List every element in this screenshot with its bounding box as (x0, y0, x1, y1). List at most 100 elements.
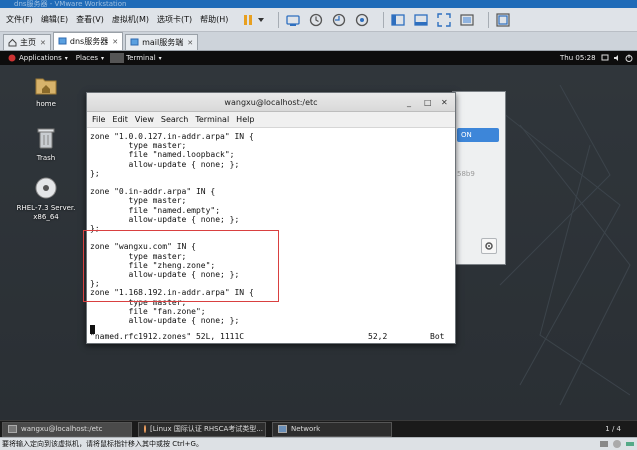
vm-statusbar: 要将输入定向到该虚拟机，请将鼠标指针移入其中或按 Ctrl+G。 (0, 437, 637, 450)
toolbar-divider (488, 11, 490, 28)
faint-text: 58b9 (457, 170, 475, 178)
code-line: allow-update { none; }; (90, 159, 240, 169)
task-terminal[interactable]: wangxu@localhost:/etc (2, 421, 132, 437)
tab-dns-server-label: dns服务器 (69, 37, 109, 46)
home-icon (8, 38, 17, 47)
gnome-top-bar: Applications ▾ Places ▾ Terminal ▾ Thu 0… (0, 51, 637, 65)
close-icon[interactable]: ✕ (187, 39, 193, 47)
task-browser[interactable]: [Linux 国际认证 RHSCA考试类型... (138, 421, 266, 437)
trash-icon (37, 128, 55, 149)
tab-dns-server[interactable]: dns服务器 ✕ (52, 32, 124, 50)
console-view-icon[interactable] (413, 12, 429, 28)
terminal-titlebar[interactable]: wangxu@localhost:/etc _ □ ✕ (87, 93, 455, 112)
task-label: [Linux 国际认证 RHSCA考试类型... (150, 425, 263, 433)
hard-disk-icon[interactable] (599, 439, 609, 449)
terminal-icon (8, 425, 17, 433)
terminal-menu-terminal[interactable]: Terminal (195, 115, 229, 124)
caret-down-icon: ▾ (158, 54, 162, 62)
highlight-annotation-box (83, 230, 279, 302)
task-label: wangxu@localhost:/etc (21, 425, 103, 433)
desktop-icon-disc[interactable]: RHEL-7.3 Server. x86_64 (14, 177, 78, 221)
fullscreen-icon[interactable] (436, 12, 452, 28)
caret-down-icon: ▾ (64, 54, 68, 62)
vm-icon (58, 37, 67, 45)
desktop-icon-trash[interactable]: Trash (14, 127, 78, 162)
revert-snapshot-icon[interactable] (331, 12, 347, 28)
menu-file[interactable]: 文件(F) (6, 14, 33, 25)
terminal-menu-search[interactable]: Search (161, 115, 188, 124)
system-tray[interactable] (601, 51, 633, 65)
places-menu[interactable]: Places ▾ (76, 54, 104, 62)
tab-mail-server[interactable]: mail服务端 ✕ (125, 34, 199, 50)
pause-icon[interactable] (240, 12, 256, 28)
close-icon[interactable]: ✕ (40, 39, 46, 47)
caret-down-icon: ▾ (101, 54, 105, 62)
vm-device-icons[interactable] (599, 439, 635, 449)
maximize-icon[interactable]: □ (424, 93, 432, 112)
terminal-content[interactable]: zone "1.0.0.127.in-addr.arpa" IN { type … (83, 128, 455, 335)
vm-toolbar (240, 11, 518, 28)
code-line: zone "1.0.0.127.in-addr.arpa" IN { (90, 132, 254, 141)
workspace-pager[interactable]: 1 / 4 (605, 421, 621, 438)
snapshot-manager-icon[interactable] (354, 12, 370, 28)
vm-status-text: 要将输入定向到该虚拟机，请将鼠标指针移入其中或按 Ctrl+G。 (2, 440, 203, 448)
code-line: file "fan.zone"; (90, 306, 206, 316)
toolbar-divider (278, 11, 280, 28)
network-adapter-icon[interactable] (625, 439, 635, 449)
gear-icon[interactable] (481, 238, 497, 254)
clock[interactable]: Thu 05:28 (560, 51, 596, 65)
vm-tab-strip: 主页 ✕ dns服务器 ✕ mail服务端 ✕ (0, 32, 637, 51)
code-line: file "named.loopback"; (90, 150, 235, 160)
status-scroll: Bot (430, 332, 445, 341)
desktop-icon-home[interactable]: home (14, 75, 78, 108)
applications-menu[interactable]: Applications ▾ (8, 54, 68, 62)
sidebar-toggle-icon[interactable] (390, 12, 406, 28)
close-icon[interactable]: ✕ (112, 38, 118, 46)
settings-window-background[interactable]: ON 58b9 (452, 91, 506, 265)
chevron-down-icon[interactable] (257, 12, 265, 28)
code-line: }; (90, 168, 100, 178)
code-line: type master; (90, 141, 187, 151)
menu-vm[interactable]: 虚拟机(M) (112, 14, 149, 25)
desktop-icon-label: RHEL-7.3 Server. (16, 204, 76, 212)
power-icon (625, 54, 633, 62)
menu-view[interactable]: 查看(V) (76, 14, 104, 25)
stretch-view-icon[interactable] (495, 12, 511, 28)
cd-drive-icon[interactable] (612, 439, 622, 449)
menu-help[interactable]: 帮助(H) (200, 14, 228, 25)
menu-edit[interactable]: 编辑(E) (41, 14, 68, 25)
minimize-icon[interactable]: _ (407, 93, 411, 112)
terminal-app-label: Terminal (126, 54, 156, 62)
terminal-thumb-icon (110, 53, 125, 63)
terminal-menu-file[interactable]: File (92, 115, 105, 124)
vm-titlebar: dns服务器 - VMware Workstation (0, 0, 637, 8)
terminal-menubar: File Edit View Search Terminal Help (87, 112, 455, 128)
terminal-menu-view[interactable]: View (135, 115, 154, 124)
vm-icon (130, 38, 139, 46)
status-filename: "named.rfc1912.zones" 52L, 1111C (90, 332, 245, 341)
unity-icon[interactable] (459, 12, 475, 28)
volume-icon (614, 55, 618, 61)
terminal-menu-edit[interactable]: Edit (112, 115, 128, 124)
task-label: Network (291, 425, 321, 433)
task-network[interactable]: Network (272, 421, 392, 437)
desktop-icon-label: home (36, 100, 56, 108)
terminal-window[interactable]: wangxu@localhost:/etc _ □ ✕ File Edit Vi… (83, 92, 456, 344)
vm-title: dns服务器 - VMware Workstation (14, 0, 127, 8)
terminal-menu-help[interactable]: Help (236, 115, 254, 124)
disc-icon (35, 177, 57, 199)
menu-tabs[interactable]: 选项卡(T) (157, 14, 192, 25)
tab-mail-server-label: mail服务端 (142, 38, 184, 47)
applications-icon (8, 54, 16, 62)
firefox-icon (144, 425, 146, 433)
applications-label: Applications (19, 54, 62, 62)
tab-home[interactable]: 主页 ✕ (3, 34, 51, 50)
terminal-app-menu[interactable]: Terminal ▾ (110, 53, 162, 63)
close-icon[interactable]: ✕ (441, 93, 448, 112)
snapshot-icon[interactable] (308, 12, 324, 28)
desktop-icon-label: Trash (36, 154, 56, 162)
send-ctrl-alt-del-icon[interactable] (285, 12, 301, 28)
on-toggle[interactable]: ON (457, 128, 499, 142)
code-line: type master; (90, 196, 187, 206)
